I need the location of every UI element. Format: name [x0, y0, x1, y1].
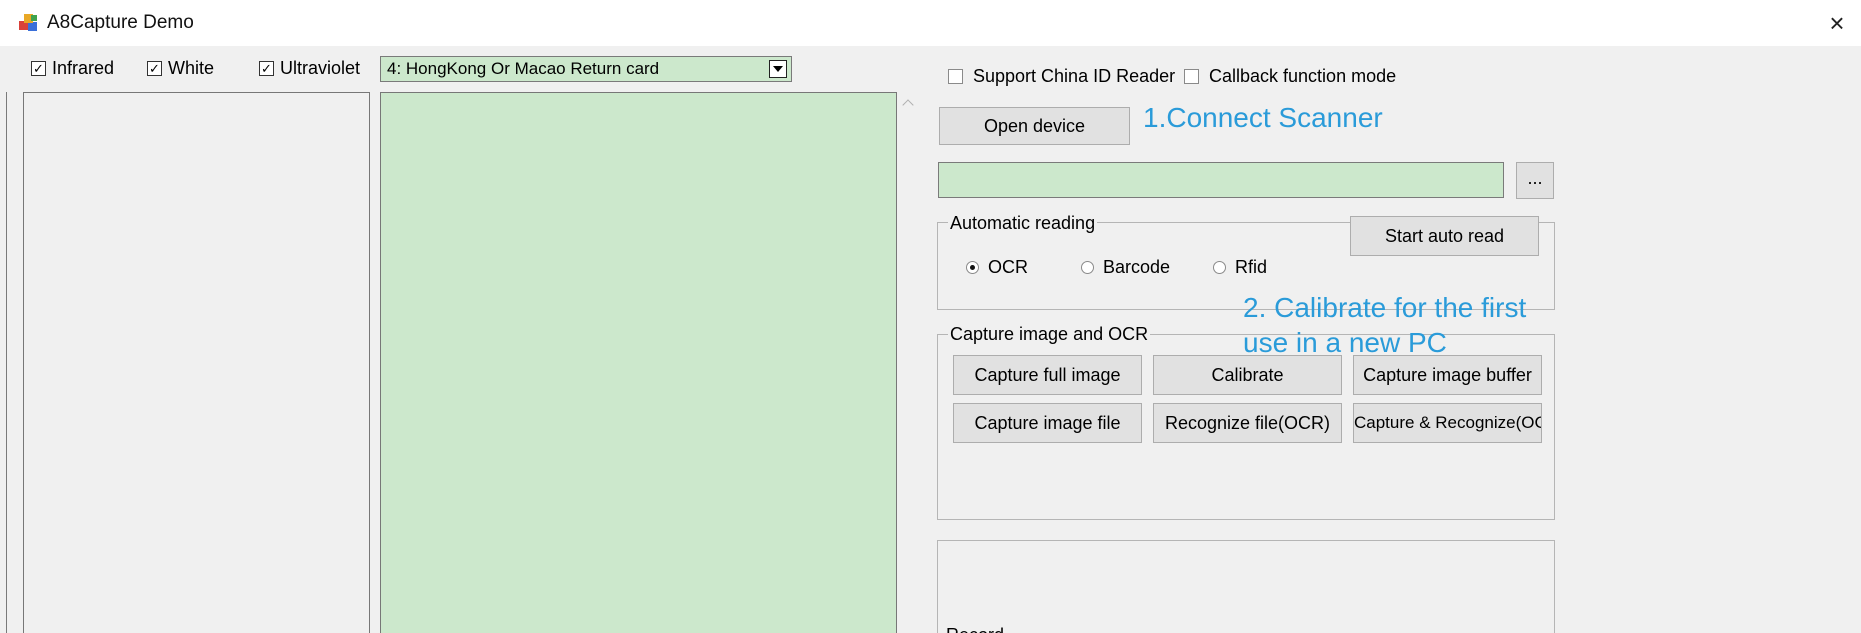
- start-auto-read-button[interactable]: Start auto read: [1350, 216, 1539, 256]
- radio-dot: [1081, 261, 1094, 274]
- support-china-id-label: Support China ID Reader: [973, 66, 1176, 86]
- ultraviolet-label: Ultraviolet: [280, 58, 361, 78]
- checkbox-check-icon: ✓: [147, 61, 162, 76]
- chevron-down-icon[interactable]: [769, 60, 787, 78]
- vertical-scrollbar[interactable]: [897, 92, 923, 633]
- image-preview-panel: [23, 92, 370, 633]
- result-text-area[interactable]: [380, 92, 897, 633]
- calibrate-annotation-line1: 2. Calibrate for the first: [1243, 292, 1527, 323]
- card-type-selected-value: 4: HongKong Or Macao Return card: [387, 59, 660, 78]
- browse-button[interactable]: ...: [1516, 162, 1554, 199]
- window-title: A8Capture Demo: [47, 12, 194, 33]
- capture-group-title: Capture image and OCR: [948, 324, 1151, 345]
- radio-dot: [1213, 261, 1226, 274]
- open-device-button[interactable]: Open device: [939, 107, 1130, 145]
- callback-mode-label: Callback function mode: [1209, 66, 1397, 86]
- radio-dot: [966, 261, 979, 274]
- file-path-field[interactable]: [938, 162, 1504, 198]
- window-edge-divider: [6, 92, 7, 633]
- barcode-radio-label: Barcode: [1103, 257, 1171, 277]
- recognize-file-button[interactable]: Recognize file(OCR): [1153, 403, 1342, 443]
- capture-full-image-button[interactable]: Capture full image: [953, 355, 1142, 395]
- white-label: White: [168, 58, 215, 78]
- capture-image-buffer-button[interactable]: Capture image buffer: [1353, 355, 1542, 395]
- calibrate-annotation-line2: use in a new PC: [1243, 327, 1447, 358]
- ocr-radio-label: OCR: [988, 257, 1028, 277]
- checkbox-box: [1184, 69, 1199, 84]
- title-bar: A8Capture Demo ×: [0, 0, 1861, 46]
- bottom-group: [937, 540, 1555, 633]
- capture-recognize-button[interactable]: Capture & Recognize(OCR): [1353, 403, 1542, 443]
- scroll-up-arrow-icon[interactable]: [903, 98, 913, 108]
- checkbox-box: [948, 69, 963, 84]
- capture-image-file-button[interactable]: Capture image file: [953, 403, 1142, 443]
- bottom-group-title: Record: [944, 626, 1007, 633]
- checkbox-check-icon: ✓: [259, 61, 274, 76]
- connect-scanner-annotation: 1.Connect Scanner: [1143, 102, 1383, 133]
- automatic-reading-title: Automatic reading: [948, 213, 1098, 234]
- rfid-radio-label: Rfid: [1235, 257, 1268, 277]
- checkbox-check-icon: ✓: [31, 61, 46, 76]
- close-icon[interactable]: ×: [1813, 0, 1861, 46]
- infrared-label: Infrared: [52, 58, 115, 78]
- app-icon: [19, 14, 37, 31]
- card-type-select[interactable]: 4: HongKong Or Macao Return card: [380, 56, 792, 82]
- calibrate-button[interactable]: Calibrate: [1153, 355, 1342, 395]
